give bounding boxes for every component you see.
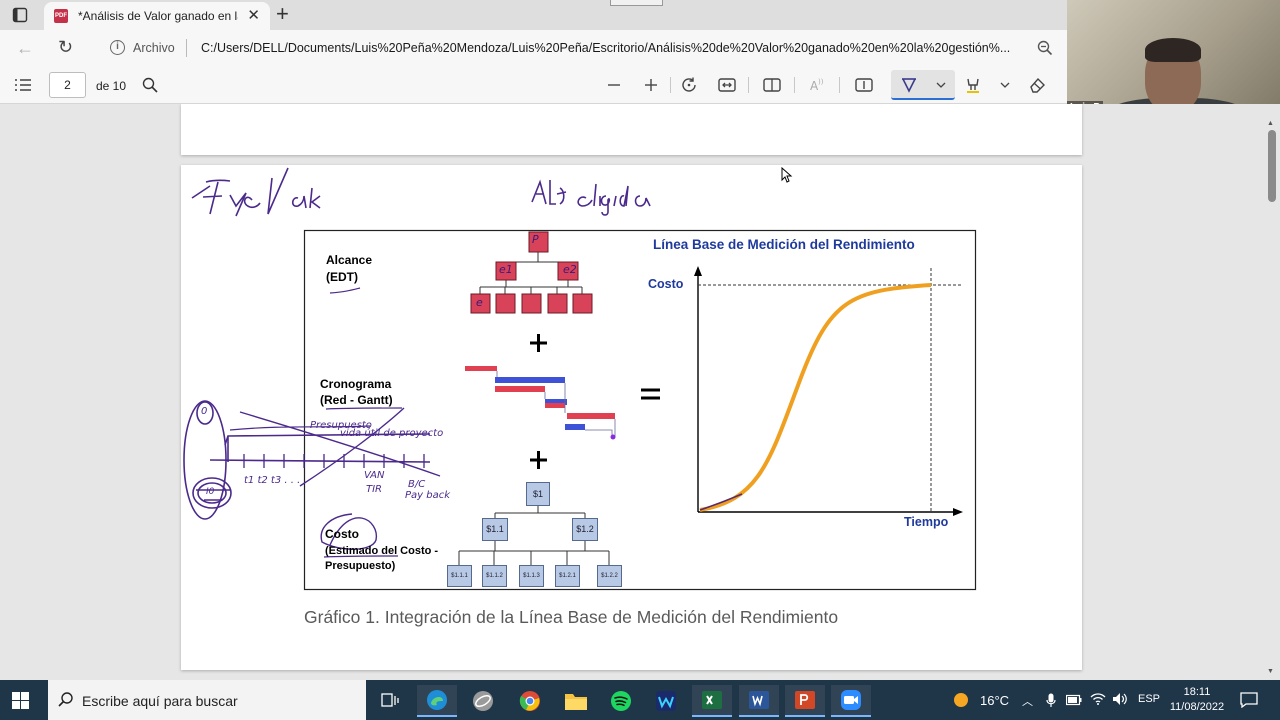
excel-icon[interactable] [692, 685, 732, 717]
powerpoint-icon[interactable] [785, 685, 825, 717]
wbs-node-label: e1 [499, 263, 513, 276]
handwritten-note: 0 [201, 406, 208, 417]
search-icon [58, 692, 73, 707]
scope-sublabel: (EDT) [326, 270, 358, 284]
edge-icon[interactable] [417, 685, 457, 717]
schedule-label: Cronograma [320, 377, 392, 391]
mouse-cursor-icon [781, 167, 793, 183]
handwritten-note: Pay back [405, 490, 451, 501]
figure-graphics [183, 167, 977, 591]
handwritten-note: t1 t2 t3 . . . [244, 475, 301, 486]
battery-icon[interactable] [1066, 694, 1082, 706]
windows-start-icon[interactable] [12, 692, 29, 709]
spotify-icon[interactable] [601, 685, 641, 717]
figure-frame [303, 229, 977, 591]
handwritten-note: VAN [364, 470, 385, 481]
task-view-icon[interactable] [370, 685, 410, 717]
gantt-chart [465, 366, 616, 440]
weather-sun-icon[interactable] [950, 689, 972, 711]
y-axis-label: Costo [648, 277, 684, 291]
cost-label: Costo [325, 527, 359, 541]
s-curve-chart [694, 266, 963, 516]
wbs-node-label: e2 [563, 263, 577, 276]
cost-sublabel: (Estimado del Costo - [325, 545, 439, 557]
schedule-sublabel: (Red - Gantt) [320, 393, 393, 407]
handwritten-note: vida útil de proyecto [340, 428, 444, 439]
app-icon[interactable] [646, 685, 686, 717]
taskbar: Escribe aquí para buscar 16°C ︿ ESP 18:1… [0, 680, 1280, 720]
handwritten-note: B/C [408, 479, 426, 490]
taskbar-search[interactable]: Escribe aquí para buscar [48, 680, 366, 720]
word-icon[interactable] [739, 685, 779, 717]
s-curve-line [699, 283, 932, 512]
scope-label: Alcance [326, 253, 373, 267]
clock-date: 11/08/2022 [1169, 701, 1225, 713]
cost-node: $1.2.2 [597, 565, 622, 587]
cost-sublabel-2: Presupuesto) [325, 560, 396, 572]
x-axis-label: Tiempo [904, 515, 949, 529]
chevron-up-icon[interactable]: ︿ [1022, 693, 1033, 709]
ink-curve [699, 493, 743, 511]
microphone-icon[interactable] [1046, 693, 1056, 708]
app-icon[interactable] [463, 685, 503, 717]
search-placeholder: Escribe aquí para buscar [82, 693, 238, 709]
wbs-node-root-label: P [532, 233, 539, 246]
cost-node: $1 [526, 482, 550, 506]
cost-node: $1.2.1 [555, 565, 580, 587]
cost-node: $1.1 [482, 518, 508, 541]
notifications-icon[interactable] [1240, 692, 1258, 708]
cost-node: $1.1.1 [447, 565, 472, 587]
weather-temperature[interactable]: 16°C [980, 693, 1009, 708]
figure-caption: Gráfico 1. Integración de la Línea Base … [304, 607, 839, 627]
cost-node: $1.2 [572, 518, 598, 541]
wbs-node-label: e [476, 296, 483, 309]
volume-icon[interactable] [1112, 692, 1128, 706]
cost-node: $1.1.2 [482, 565, 507, 587]
cost-node: $1.1.3 [519, 565, 544, 587]
clock-time: 18:11 [1183, 686, 1211, 698]
handwritten-note: TIR [366, 484, 383, 495]
zoom-icon[interactable] [831, 685, 871, 717]
language-indicator[interactable]: ESP [1138, 693, 1160, 705]
file-explorer-icon[interactable] [556, 685, 596, 717]
handwritten-note: I0 [206, 487, 215, 497]
wifi-icon[interactable] [1090, 692, 1106, 706]
figure-title: Línea Base de Medición del Rendimiento [653, 237, 915, 252]
chrome-icon[interactable] [510, 685, 550, 717]
system-clock[interactable]: 18:11 11/08/2022 [1168, 685, 1226, 715]
